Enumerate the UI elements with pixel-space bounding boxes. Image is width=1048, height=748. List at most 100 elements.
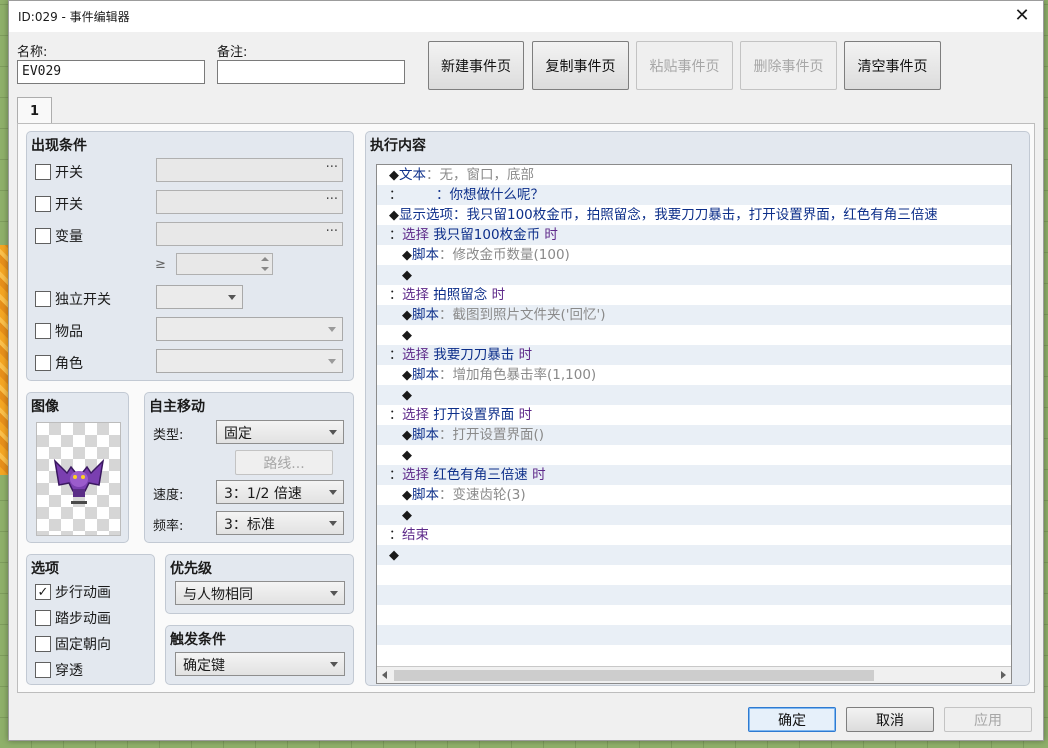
command-row[interactable]: ◆	[377, 325, 1011, 345]
note-field[interactable]	[217, 60, 405, 84]
command-row[interactable]	[377, 645, 1011, 665]
variable-picker[interactable]: ···	[156, 222, 343, 246]
command-keyword: 脚本	[412, 307, 439, 323]
paste-page-button[interactable]: 粘贴事件页	[636, 41, 733, 90]
command-keyword: 结束	[402, 527, 430, 543]
command-row[interactable]: ◆	[377, 385, 1011, 405]
switch2-checkbox[interactable]: 开关	[35, 194, 83, 214]
self-switch-checkbox[interactable]: 独立开关	[35, 289, 111, 309]
command-row[interactable]: ：选择 拍照留念 时	[377, 285, 1011, 305]
command-marker: ◆	[389, 308, 412, 323]
variable-checkbox[interactable]: 变量	[35, 226, 83, 246]
event-sprite-image[interactable]	[36, 422, 121, 536]
frequency-label: 频率:	[153, 519, 184, 534]
command-row[interactable]	[377, 585, 1011, 605]
type-label: 类型:	[153, 428, 184, 443]
apply-button[interactable]: 应用	[944, 707, 1032, 732]
command-row[interactable]: ◆	[377, 265, 1011, 285]
chevron-down-icon	[329, 521, 337, 526]
command-row[interactable]: ： ：你想做什么呢？	[377, 185, 1011, 205]
name-field[interactable]: EV029	[17, 60, 205, 84]
speed-label: 速度:	[153, 488, 184, 503]
close-icon[interactable]: ✕	[1011, 5, 1033, 27]
command-params: 拍照留念	[429, 287, 488, 303]
command-row[interactable]	[377, 625, 1011, 645]
command-row[interactable]: ◆脚本：变速齿轮(3)	[377, 485, 1011, 505]
delete-page-button[interactable]: 删除事件页	[740, 41, 837, 90]
tab-page-1[interactable]: 1	[17, 97, 52, 125]
command-row[interactable]	[377, 565, 1011, 585]
window-title: ID:029 - 事件编辑器	[18, 10, 130, 24]
command-keyword: 文本	[399, 167, 426, 183]
direction-fix-checkbox[interactable]: 固定朝向	[35, 634, 111, 654]
command-suffix: 时	[514, 347, 533, 363]
new-page-button[interactable]: 新建事件页	[428, 41, 524, 90]
command-marker: ：	[389, 408, 403, 423]
command-row[interactable]	[377, 605, 1011, 625]
switch1-checkbox[interactable]: 开关	[35, 162, 83, 182]
actor-checkbox[interactable]: 角色	[35, 353, 83, 373]
ellipsis-icon: ···	[325, 192, 338, 207]
route-button[interactable]: 路线...	[235, 450, 333, 475]
spin-down-icon	[261, 267, 269, 271]
switch1-picker[interactable]: ···	[156, 158, 343, 182]
command-row[interactable]: ◆脚本：修改金币数量(100)	[377, 245, 1011, 265]
event-editor-window: ID:029 - 事件编辑器 ✕ 名称: EV029 备注: 新建事件页 复制事…	[8, 0, 1044, 741]
command-row[interactable]: ◆脚本：增加角色暴击率(1,100)	[377, 365, 1011, 385]
variable-value-spinner[interactable]	[176, 253, 273, 275]
command-params: ：增加角色暴击率(1,100)	[439, 367, 597, 383]
check-icon: ✓	[35, 584, 51, 600]
self-switch-select[interactable]	[156, 285, 243, 309]
options-panel: 选项 ✓ 步行动画 踏步动画 固定朝向 穿透	[26, 554, 155, 685]
image-title: 图像	[31, 399, 59, 415]
switch2-picker[interactable]: ···	[156, 190, 343, 214]
command-row[interactable]: ◆	[377, 445, 1011, 465]
command-row[interactable]: ：选择 我要刀刀暴击 时	[377, 345, 1011, 365]
item-select[interactable]	[156, 317, 343, 341]
command-row[interactable]: ◆显示选项：我只留100枚金币，拍照留念，我要刀刀暴击，打开设置界面，红色有角三…	[377, 205, 1011, 225]
actor-select[interactable]	[156, 349, 343, 373]
command-row[interactable]: ◆脚本：截图到照片文件夹('回忆')	[377, 305, 1011, 325]
command-params: ：修改金币数量(100)	[439, 247, 570, 263]
command-marker: ◆	[389, 168, 399, 183]
chevron-down-icon	[228, 295, 236, 300]
command-params: ：无，窗口，底部	[426, 167, 534, 183]
command-row[interactable]: ◆脚本：打开设置界面()	[377, 425, 1011, 445]
command-suffix: 时	[527, 467, 546, 483]
command-row[interactable]: ◆	[377, 505, 1011, 525]
clear-page-button[interactable]: 清空事件页	[844, 41, 941, 90]
walking-anim-checkbox[interactable]: ✓ 步行动画	[35, 582, 111, 602]
frequency-select[interactable]: 3：标准	[216, 511, 344, 535]
chevron-down-icon	[328, 359, 336, 364]
command-row[interactable]: ◆文本：无，窗口，底部	[377, 165, 1011, 185]
command-list[interactable]: ◆文本：无，窗口，底部： ：你想做什么呢？ ◆显示选项：我只留100枚金币，拍照留…	[376, 164, 1012, 684]
priority-select[interactable]: 与人物相同	[175, 581, 345, 605]
command-row[interactable]: ：结束	[377, 525, 1011, 545]
cancel-button[interactable]: 取消	[846, 707, 934, 732]
command-marker: ◆	[389, 388, 412, 403]
trigger-select[interactable]: 确定键	[175, 652, 345, 676]
movement-type-select[interactable]: 固定	[216, 420, 344, 444]
conditions-title: 出现条件	[31, 138, 87, 154]
copy-page-button[interactable]: 复制事件页	[532, 41, 629, 90]
ellipsis-icon: ···	[325, 224, 338, 239]
command-keyword: 脚本	[412, 367, 439, 383]
chevron-down-icon	[329, 490, 337, 495]
command-marker: ：	[389, 288, 403, 303]
speed-select[interactable]: 3：1/2 倍速	[216, 480, 344, 504]
ok-button[interactable]: 确定	[748, 707, 836, 732]
page-body: 出现条件 开关 ··· 开关 ··· 变量 ··· ≥ 独立开关 物品 角色 图…	[17, 123, 1035, 693]
command-row[interactable]: ：选择 打开设置界面 时	[377, 405, 1011, 425]
command-row[interactable]: ◆	[377, 545, 1011, 565]
contents-title: 执行内容	[370, 138, 426, 154]
trigger-panel: 触发条件 确定键	[165, 625, 354, 685]
command-keyword: 选择	[402, 347, 430, 363]
stepping-anim-checkbox[interactable]: 踏步动画	[35, 608, 111, 628]
command-row[interactable]: ：选择 红色有角三倍速 时	[377, 465, 1011, 485]
horizontal-scrollbar[interactable]	[377, 666, 1011, 683]
command-row[interactable]: ：选择 我只留100枚金币 时	[377, 225, 1011, 245]
command-marker: ◆	[389, 448, 412, 463]
through-checkbox[interactable]: 穿透	[35, 660, 83, 680]
command-marker: ：	[389, 468, 403, 483]
item-checkbox[interactable]: 物品	[35, 321, 83, 341]
